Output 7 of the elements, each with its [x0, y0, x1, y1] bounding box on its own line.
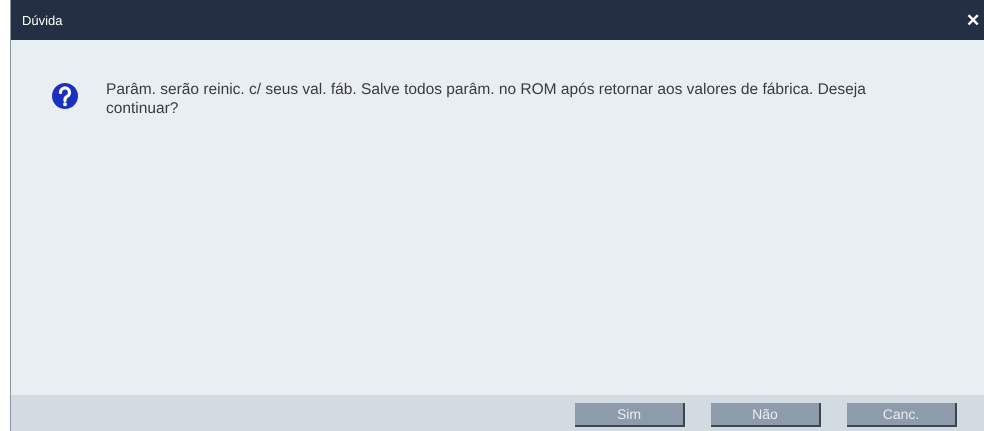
dialog-button[interactable]: Não: [711, 403, 821, 427]
window-title: Dúvida: [22, 12, 62, 28]
close-button[interactable]: ✕: [962, 10, 984, 30]
dialog-button[interactable]: Canc.: [847, 403, 957, 427]
message-text: Parâm. serão reinic. c/ seus val. fáb. Salve todos parâm. no ROM após retornar aos valores de fábrica. Deseja continuar?: [106, 80, 867, 118]
question-icon: [51, 82, 79, 110]
dialog-button[interactable]: Sim: [575, 403, 685, 427]
